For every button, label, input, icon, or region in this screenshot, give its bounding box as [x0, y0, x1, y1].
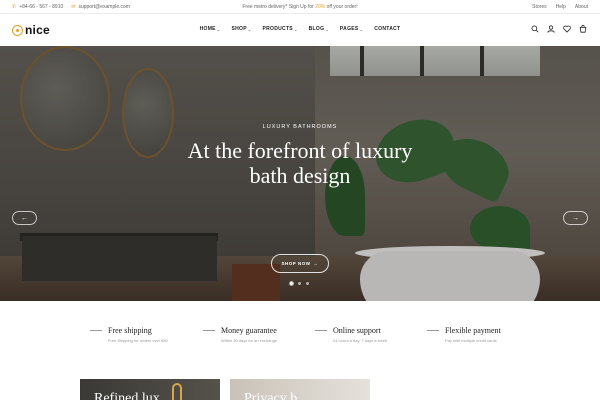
top-bar: ✆ +84-66 - 567 - 8910 ✉ support@example.…: [0, 0, 600, 14]
nav-shop[interactable]: SHOP ⌄: [231, 26, 251, 32]
search-icon[interactable]: [531, 25, 539, 33]
main-nav: HOME ⌄ SHOP ⌄ PRODUCTS ⌄ BLOG ⌄ PAGES ⌄ CONTA…: [0, 26, 600, 32]
feature-item: Online support 24 hours a day, 7 days a …: [315, 326, 443, 343]
feature-item: Flexible payment Pay with multiple credi…: [427, 326, 555, 343]
chevron-down-icon: ⌄: [293, 26, 298, 32]
hero-title: At the forefront of luxury bath design: [150, 138, 450, 188]
chevron-down-icon: ⌄: [325, 26, 329, 32]
nav-products-label: PRODUCTS: [262, 26, 293, 32]
feature-desc: Pay with multiple credit cards: [445, 338, 497, 343]
heart-icon[interactable]: [563, 25, 571, 33]
about-link[interactable]: About: [575, 4, 588, 10]
site-header: nice HOME ⌄ SHOP ⌄ PRODUCTS ⌄ BLOG ⌄ PAGES ⌄ …: [0, 14, 600, 46]
feature-item: Free shipping Free Shipping for orders o…: [90, 326, 218, 343]
slider-dot[interactable]: [290, 282, 293, 285]
nav-contact-label: CONTACT: [374, 26, 401, 32]
promo-card-title: Privacy b: [244, 391, 298, 400]
arrow-right-icon: →: [572, 214, 579, 222]
feature-desc: Within 30 days for an exchange: [221, 338, 278, 343]
stores-link[interactable]: Stores: [532, 4, 546, 10]
feature-title: Free shipping: [108, 326, 152, 335]
slider-pagination: [290, 282, 309, 285]
chevron-down-icon: ⌄: [359, 26, 364, 32]
feature-desc: Free Shipping for orders over €80: [108, 338, 168, 343]
nav-pages[interactable]: PAGES ⌄: [340, 26, 363, 32]
slider-dot[interactable]: [306, 282, 309, 285]
promo-banner: Free metro delivery* Sign Up for 20% off…: [0, 4, 600, 10]
feature-desc: 24 hours a day, 7 days a week: [333, 338, 387, 343]
shop-now-label: SHOP NOW: [281, 261, 311, 266]
brass-fixture-image: [172, 383, 182, 400]
cart-icon[interactable]: [579, 25, 587, 33]
promo-card-title: Refined lux: [94, 391, 160, 400]
feature-title: Flexible payment: [445, 326, 501, 335]
header-actions: [531, 25, 587, 33]
promo-prefix: Free metro delivery* Sign Up for: [242, 4, 316, 10]
nav-shop-label: SHOP: [231, 26, 247, 32]
chevron-down-icon: ⌄: [216, 26, 221, 32]
slider-dot[interactable]: [298, 282, 301, 285]
features-row: Free shipping Free Shipping for orders o…: [0, 301, 600, 379]
nav-home-label: HOME: [199, 26, 216, 32]
nav-pages-label: PAGES: [339, 26, 359, 32]
help-link[interactable]: Help: [556, 4, 566, 10]
promo-card[interactable]: Privacy b: [230, 379, 370, 400]
utility-links: Stores Help About: [532, 4, 588, 10]
promo-card[interactable]: Refined lux: [80, 379, 220, 400]
feature-divider: [315, 330, 327, 331]
hero-slider: LUXURY BATHROOMS At the forefront of lux…: [0, 46, 600, 301]
user-icon[interactable]: [547, 25, 555, 33]
hero-title-line1: At the forefront of luxury: [187, 138, 413, 163]
arrow-left-icon: ←: [21, 214, 28, 222]
feature-divider: [90, 330, 102, 331]
nav-contact[interactable]: CONTACT: [374, 26, 400, 32]
shop-now-button[interactable]: SHOP NOW →: [271, 254, 329, 273]
promo-highlight[interactable]: 20%: [315, 4, 325, 10]
promo-suffix: off your order!: [325, 4, 358, 10]
slider-prev-button[interactable]: ←: [12, 211, 37, 225]
chevron-down-icon: ⌄: [247, 26, 252, 32]
nav-products[interactable]: PRODUCTS ⌄: [262, 26, 297, 32]
feature-item: Money guarantee Within 30 days for an ex…: [203, 326, 331, 343]
nav-blog-label: BLOG: [308, 26, 325, 32]
slider-next-button[interactable]: →: [563, 211, 588, 225]
hero-title-line2: bath design: [249, 163, 351, 188]
feature-divider: [427, 330, 439, 331]
nav-blog[interactable]: BLOG ⌄: [309, 26, 329, 32]
feature-divider: [203, 330, 215, 331]
hero-kicker: LUXURY BATHROOMS: [262, 124, 338, 130]
nav-home[interactable]: HOME ⌄: [200, 26, 221, 32]
arrow-right-icon: →: [313, 261, 319, 266]
